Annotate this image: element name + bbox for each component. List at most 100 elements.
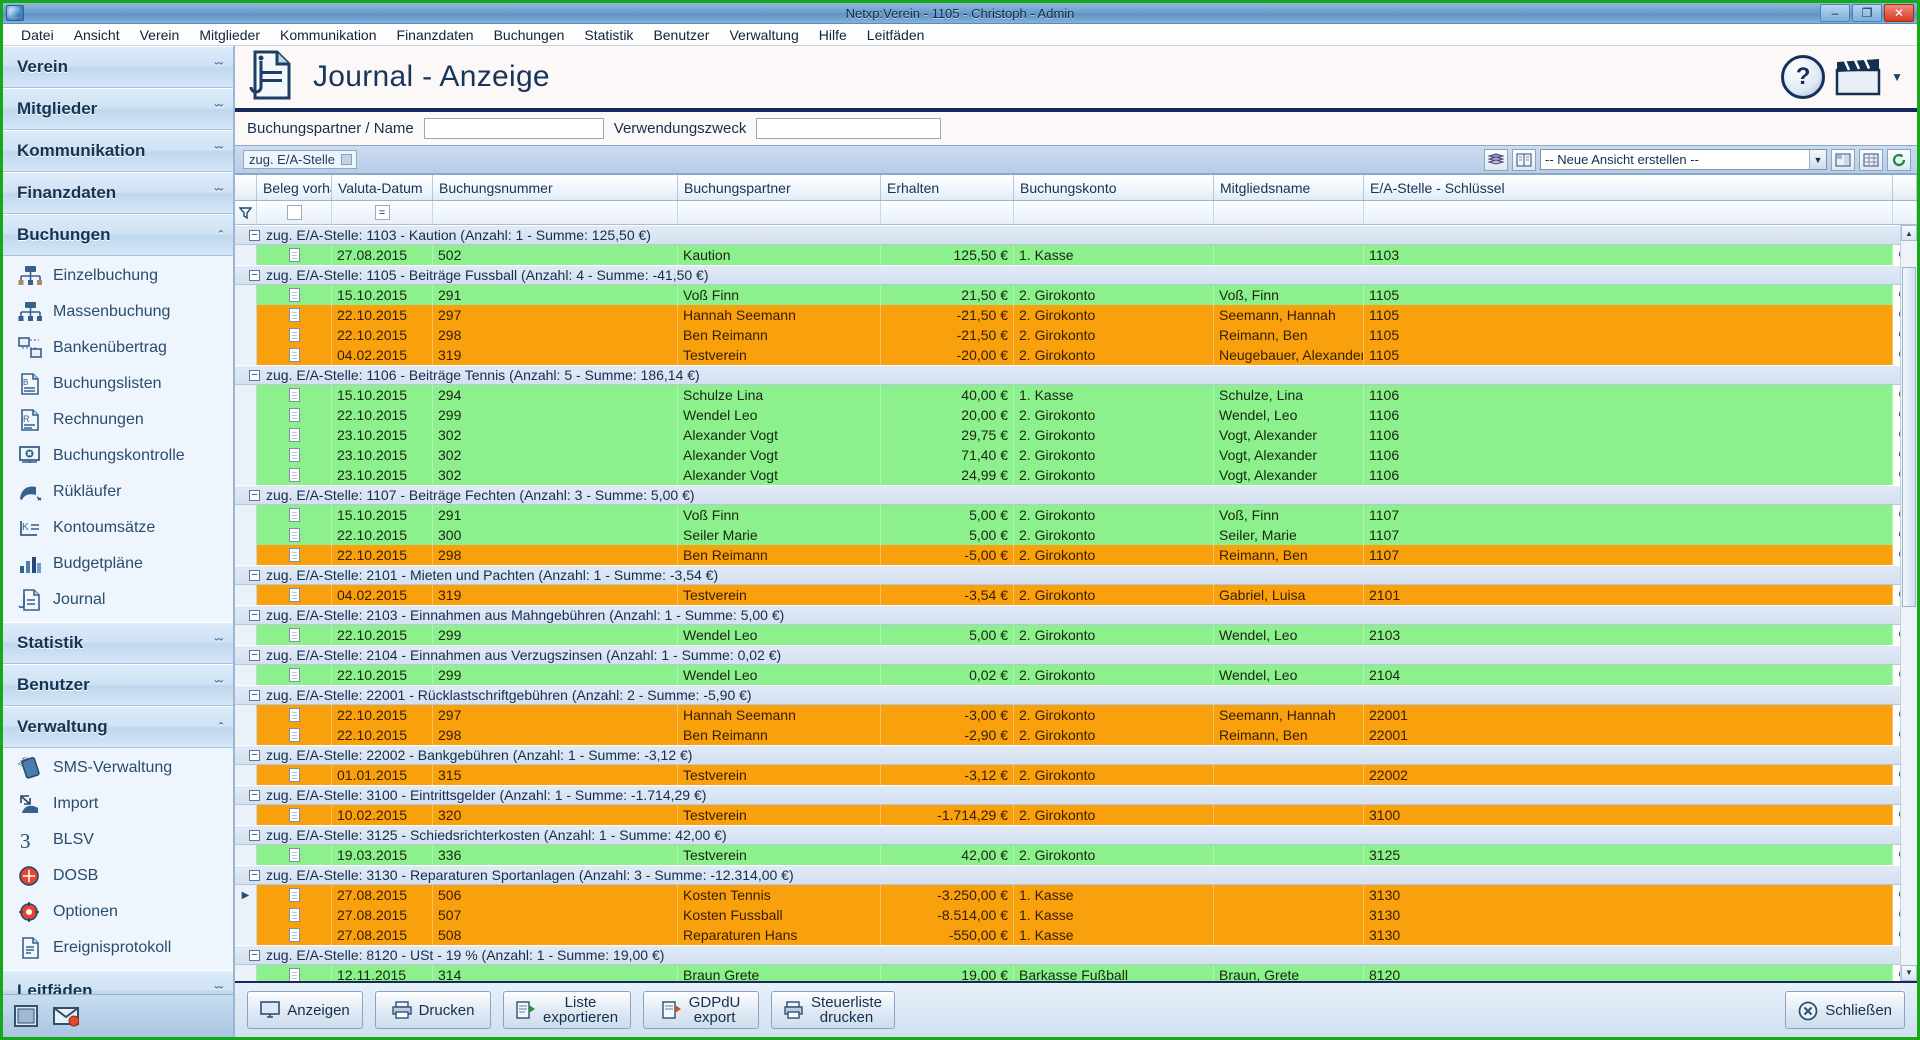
sidebar-group-buchungen[interactable]: Buchungenˆ <box>3 214 233 256</box>
menu-item-datei[interactable]: Datei <box>11 25 64 45</box>
sidebar-group-verein[interactable]: Vereinˇˇ <box>3 46 233 88</box>
sidebar-item-blsv[interactable]: 3BLSV <box>3 822 233 858</box>
partner-input[interactable] <box>424 118 604 139</box>
menu-item-benutzer[interactable]: Benutzer <box>643 25 719 45</box>
row-selector-cell[interactable] <box>235 585 257 605</box>
table-row[interactable]: ▶27.08.2015506Kosten Tennis-3.250,00 €1.… <box>235 885 1917 905</box>
group-header-row[interactable]: −zug. E/A-Stelle: 1107 - Beiträge Fechte… <box>235 485 1917 505</box>
document-present-cell[interactable] <box>257 925 332 945</box>
menu-item-kommunikation[interactable]: Kommunikation <box>270 25 387 45</box>
sidebar-item-buchungslisten[interactable]: BBuchungslisten <box>3 366 233 402</box>
window-switch-icon[interactable] <box>11 1001 41 1031</box>
table-row[interactable]: 23.10.2015302Alexander Vogt24,99 €2. Gir… <box>235 465 1917 485</box>
table-row[interactable]: 01.01.2015315Testverein-3,12 €2. Girokon… <box>235 765 1917 785</box>
group-header-row[interactable]: −zug. E/A-Stelle: 2101 - Mieten und Pach… <box>235 565 1917 585</box>
sidebar-group-verwaltung[interactable]: Verwaltungˆ <box>3 706 233 748</box>
sidebar-item-rechnungen[interactable]: RRechnungen <box>3 402 233 438</box>
sidebar-group-leitf-den[interactable]: Leitfädenˇˇ <box>3 970 233 994</box>
column-header-mitgliedsname[interactable]: Mitgliedsname <box>1214 175 1364 200</box>
row-selector-cell[interactable] <box>235 465 257 485</box>
row-selector-cell[interactable] <box>235 305 257 325</box>
document-present-cell[interactable] <box>257 245 332 265</box>
document-present-cell[interactable] <box>257 325 332 345</box>
sidebar-item-kontoums-tze[interactable]: KKontoumsätze <box>3 510 233 546</box>
table-row[interactable]: 27.08.2015508Reparaturen Hans-550,00 €1.… <box>235 925 1917 945</box>
maximize-button[interactable]: ❐ <box>1852 4 1882 22</box>
collapse-icon[interactable]: − <box>249 270 260 281</box>
filter-icon[interactable] <box>235 201 257 224</box>
row-selector-cell[interactable] <box>235 765 257 785</box>
column-header-buchungsnummer[interactable]: Buchungsnummer <box>433 175 678 200</box>
table-row[interactable]: 15.10.2015291Voß Finn21,50 €2. Girokonto… <box>235 285 1917 305</box>
table-row[interactable]: 19.03.2015336Testverein42,00 €2. Girokon… <box>235 845 1917 865</box>
collapse-icon[interactable]: − <box>249 570 260 581</box>
sidebar-group-finanzdaten[interactable]: Finanzdatenˇˇ <box>3 172 233 214</box>
book-icon[interactable] <box>1484 149 1508 171</box>
column-header-buchungskonto[interactable]: Buchungskonto <box>1014 175 1214 200</box>
table-row[interactable]: 23.10.2015302Alexander Vogt71,40 €2. Gir… <box>235 445 1917 465</box>
document-present-cell[interactable] <box>257 425 332 445</box>
menu-item-mitglieder[interactable]: Mitglieder <box>189 25 270 45</box>
row-selector-cell[interactable] <box>235 925 257 945</box>
collapse-icon[interactable]: − <box>249 870 260 881</box>
mail-icon[interactable] <box>51 1001 81 1031</box>
row-selector-cell[interactable] <box>235 805 257 825</box>
row-selector-cell[interactable] <box>235 725 257 745</box>
row-selector-cell[interactable] <box>235 405 257 425</box>
chevron-down-icon[interactable]: ▼ <box>1891 70 1903 84</box>
row-selector-cell[interactable] <box>235 345 257 365</box>
footer-button-liste[interactable]: Listeexportieren <box>503 991 631 1029</box>
table-row[interactable]: 22.10.2015298Ben Reimann-5,00 €2. Giroko… <box>235 545 1917 565</box>
row-selector-cell[interactable] <box>235 505 257 525</box>
help-button[interactable]: ? <box>1781 55 1825 99</box>
group-header-row[interactable]: −zug. E/A-Stelle: 1105 - Beiträge Fussba… <box>235 265 1917 285</box>
column-header-beleg-vorhanden[interactable]: Beleg vorhanden <box>257 175 332 200</box>
filter-konto-cell[interactable] <box>1014 201 1214 224</box>
row-selector-cell[interactable] <box>235 285 257 305</box>
document-present-cell[interactable] <box>257 525 332 545</box>
chevron-icon[interactable]: ˇˇ <box>214 144 223 159</box>
sidebar-item-r-kl-ufer[interactable]: Rükläufer <box>3 474 233 510</box>
group-chip-handle-icon[interactable] <box>341 154 352 165</box>
group-header-row[interactable]: −zug. E/A-Stelle: 3100 - Eintrittsgelder… <box>235 785 1917 805</box>
table-row[interactable]: 23.10.2015302Alexander Vogt29,75 €2. Gir… <box>235 425 1917 445</box>
menu-item-verwaltung[interactable]: Verwaltung <box>719 25 808 45</box>
row-selector-cell[interactable] <box>235 425 257 445</box>
group-header-row[interactable]: −zug. E/A-Stelle: 2103 - Einnahmen aus M… <box>235 605 1917 625</box>
sidebar-group-statistik[interactable]: Statistikˇˇ <box>3 622 233 664</box>
filter-mitglied-cell[interactable] <box>1214 201 1364 224</box>
table-row[interactable]: 22.10.2015299Wendel Leo20,00 €2. Girokon… <box>235 405 1917 425</box>
document-present-cell[interactable] <box>257 345 332 365</box>
group-header-row[interactable]: −zug. E/A-Stelle: 2104 - Einnahmen aus V… <box>235 645 1917 665</box>
layout-icon[interactable] <box>1831 149 1855 171</box>
row-selector-cell[interactable] <box>235 625 257 645</box>
sidebar-item-massenbuchung[interactable]: Massenbuchung <box>3 294 233 330</box>
chevron-icon[interactable]: ˇˇ <box>214 102 223 117</box>
menu-item-statistik[interactable]: Statistik <box>574 25 643 45</box>
sidebar-item-banken-bertrag[interactable]: Bankenübertrag <box>3 330 233 366</box>
chevron-icon[interactable]: ˇˇ <box>214 984 223 994</box>
chevron-icon[interactable]: ˆ <box>219 720 223 735</box>
footer-button-steuerliste[interactable]: Steuerlistedrucken <box>771 991 895 1029</box>
filter-beleg-cell[interactable] <box>257 201 332 224</box>
document-present-cell[interactable] <box>257 805 332 825</box>
chevron-icon[interactable]: ˇˇ <box>214 60 223 75</box>
group-header-row[interactable]: −zug. E/A-Stelle: 22002 - Bankgebühren (… <box>235 745 1917 765</box>
scrollbar-thumb[interactable] <box>1902 267 1916 607</box>
chevron-icon[interactable]: ˇˇ <box>214 678 223 693</box>
collapse-icon[interactable]: − <box>249 750 260 761</box>
close-dialog-button[interactable]: Schließen <box>1785 991 1905 1029</box>
table-row[interactable]: 22.10.2015297Hannah Seemann-21,50 €2. Gi… <box>235 305 1917 325</box>
column-header-erhalten[interactable]: Erhalten <box>881 175 1014 200</box>
menu-item-buchungen[interactable]: Buchungen <box>484 25 575 45</box>
document-present-cell[interactable] <box>257 625 332 645</box>
scroll-up-button[interactable]: ▲ <box>1901 225 1917 241</box>
chevron-icon[interactable]: ˇˇ <box>214 186 223 201</box>
table-row[interactable]: 04.02.2015319Testverein-3,54 €2. Girokon… <box>235 585 1917 605</box>
minimize-button[interactable]: – <box>1820 4 1850 22</box>
filter-datum-cell[interactable]: = <box>332 201 433 224</box>
view-select[interactable]: -- Neue Ansicht erstellen -- ▼ <box>1540 149 1827 170</box>
collapse-icon[interactable]: − <box>249 230 260 241</box>
open-book-icon[interactable] <box>1512 149 1536 171</box>
collapse-icon[interactable]: − <box>249 490 260 501</box>
